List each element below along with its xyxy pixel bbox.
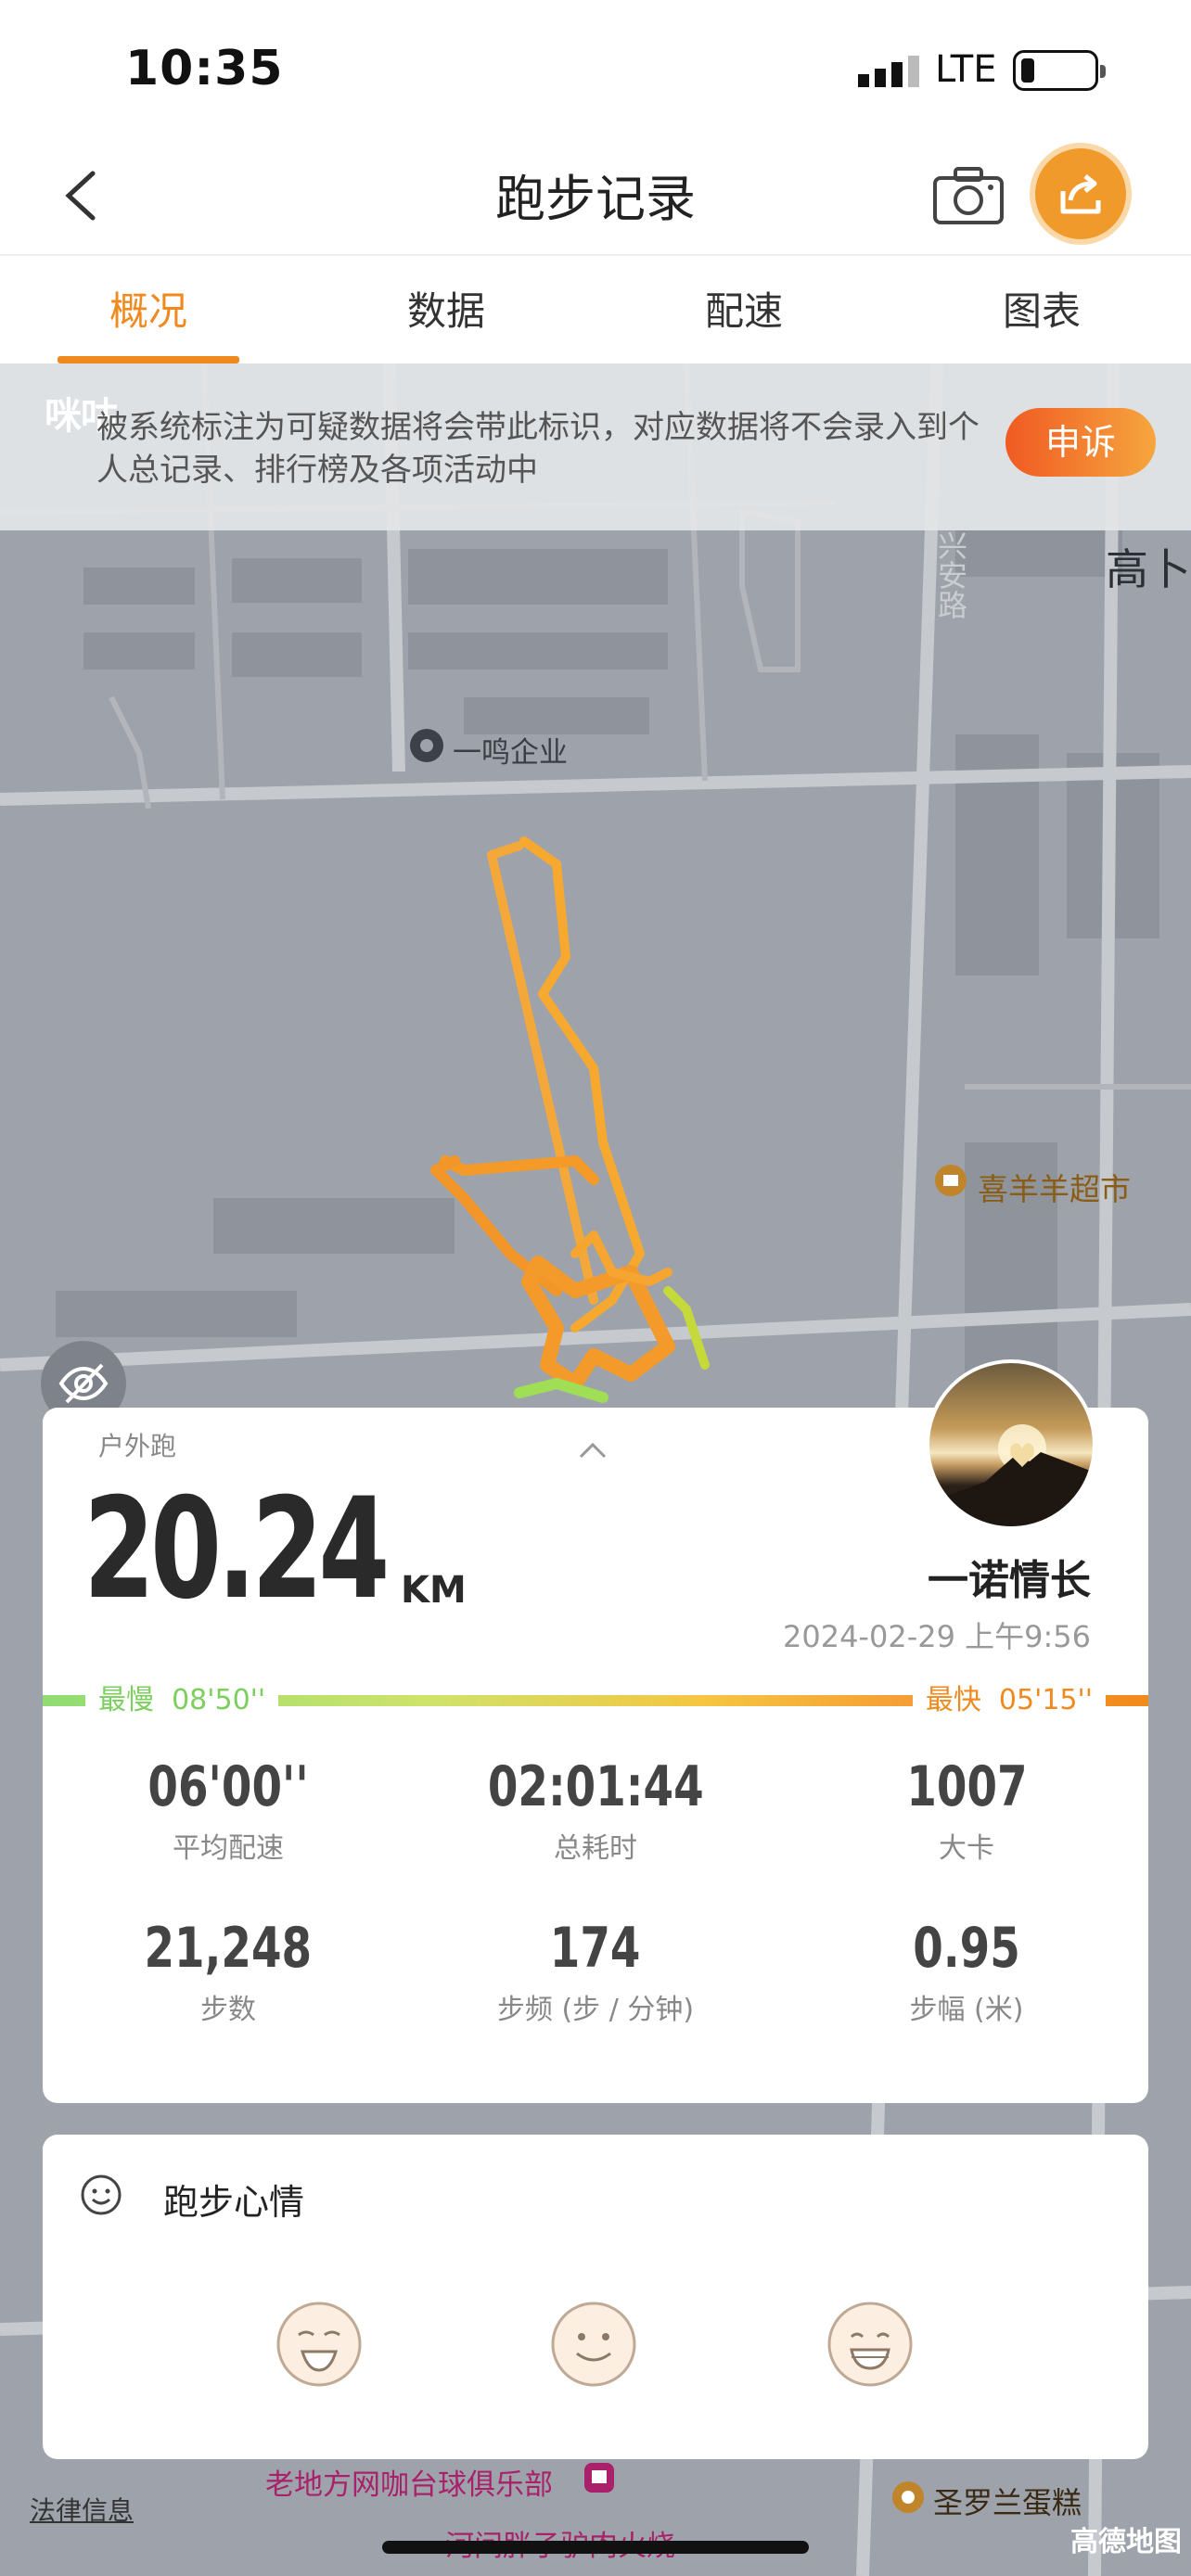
battery-icon [1013,50,1106,91]
stat-label: 步频 (步 / 分钟) [496,1994,695,2026]
username: 一诺情长 [928,1557,1091,1604]
stat-cadence: 174 步频 (步 / 分钟) [410,1916,781,2027]
stat-steps: 21,248 步数 [43,1916,414,2027]
stat-label: 步数 [200,1994,256,2026]
distance-value: 20.24 [83,1469,390,1630]
poi-marker-icon [410,729,443,762]
avatar[interactable] [926,1359,1096,1530]
stat-avg-pace: 06'00'' 平均配速 [43,1754,414,1866]
page-title: 跑步记录 [495,170,696,228]
happy-face-icon[interactable] [275,2300,364,2389]
appeal-button[interactable]: 申诉 [1005,408,1156,477]
stat-value: 0.95 [913,1916,1020,1981]
stat-value: 02:01:44 [487,1754,704,1819]
suspicious-data-banner: 咪咕 被系统标注为可疑数据将会带此标识，对应数据将不会录入到个人总记录、排行榜及… [0,363,1191,530]
stat-label: 平均配速 [173,1832,284,1865]
slowest-pace-value: 08'50'' [172,1684,266,1716]
status-time: 10:35 [125,41,284,96]
slowest-pace: 最慢 08'50'' [85,1678,279,1723]
stat-label: 大卡 [939,1832,994,1865]
distance-unit: KM [401,1569,467,1612]
run-mood-card: 跑步心情 [43,2135,1148,2459]
run-datetime: 2024-02-29 上午9:56 [782,1619,1091,1654]
stat-calories: 1007 大卡 [781,1754,1152,1866]
run-summary-card: 户外跑 20.24 KM 一诺情长 2024-02-29 上午9:56 最慢 0… [43,1359,1148,2103]
stat-value: 06'00'' [147,1754,309,1819]
smiley-icon [81,2174,122,2215]
run-record-screen: 10:35 LTE 跑步记录 概况 数据 配速 图表 一鸣企业 兴安路 高卜 喜… [0,0,1191,2576]
activity-type: 户外跑 [98,1431,177,1461]
stat-value: 21,248 [144,1916,313,1981]
mood-title: 跑步心情 [163,2182,305,2223]
stat-label: 步幅 (米) [909,1994,1024,2026]
signal-icon [858,56,919,87]
club-icon [584,2463,614,2493]
poi-club[interactable]: 老地方网咖台球俱乐部 [265,2461,553,2503]
poi-supermarket[interactable]: 喜羊羊超市 [978,1165,1131,1209]
map-provider-logo: 高德地图 [1070,2526,1182,2558]
road-label: 兴安路 [933,530,968,619]
legal-info-link[interactable]: 法律信息 [30,2491,134,2528]
network-type: LTE [935,48,997,91]
home-indicator [382,2541,809,2554]
slowest-pace-label: 最慢 [98,1684,154,1716]
stat-value: 174 [550,1916,641,1981]
nav-bar: 跑步记录 [0,139,1191,254]
poi-bakery[interactable]: 圣罗兰蛋糕 [933,2480,1082,2522]
chevron-up-icon[interactable] [579,1441,607,1460]
poi-company[interactable]: 一鸣企业 [453,729,568,771]
camera-icon[interactable] [931,165,1005,226]
stat-total-time: 02:01:44 总耗时 [410,1754,781,1866]
smile-face-icon[interactable] [549,2300,638,2389]
tab-overview[interactable]: 概况 [0,280,297,337]
avatar-image [929,1424,1093,1526]
bakery-icon [892,2481,924,2513]
stat-stride: 0.95 步幅 (米) [781,1916,1152,2027]
tab-charts[interactable]: 图表 [893,280,1190,337]
area-label: 高卜 [1106,544,1191,594]
tab-data[interactable]: 数据 [298,280,595,337]
fastest-pace: 最快 05'15'' [912,1678,1106,1723]
fastest-pace-label: 最快 [925,1684,981,1716]
stat-value: 1007 [905,1754,1028,1819]
stat-label: 总耗时 [554,1832,637,1865]
tab-pace[interactable]: 配速 [596,280,892,337]
fastest-pace-value: 05'15'' [998,1684,1093,1716]
tab-active-indicator [58,356,239,363]
tab-bar: 概况 数据 配速 图表 [0,254,1191,363]
banner-message: 被系统标注为可疑数据将会带此标识，对应数据将不会录入到个人总记录、排行榜及各项活… [96,409,980,489]
status-bar: 10:35 LTE [0,0,1191,139]
share-icon [1060,174,1101,214]
share-button[interactable] [1035,148,1126,239]
grin-face-icon[interactable] [826,2300,915,2389]
shop-icon [935,1165,967,1196]
